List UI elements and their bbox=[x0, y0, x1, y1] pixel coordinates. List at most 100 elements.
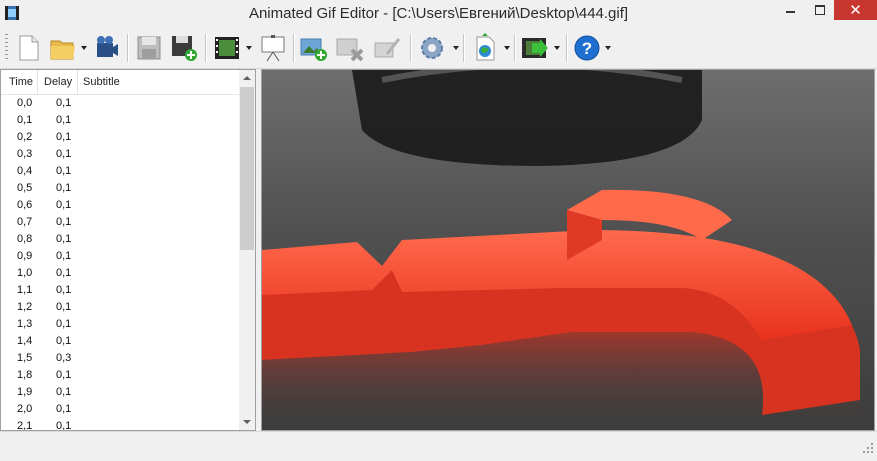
frame-row[interactable]: 2,1 0,1 bbox=[1, 418, 239, 431]
export-video-button[interactable] bbox=[518, 31, 552, 65]
frame-delay-cell: 0,1 bbox=[56, 369, 72, 381]
frame-time-cell: 1,2 bbox=[17, 301, 33, 313]
toolbar-grip[interactable] bbox=[5, 34, 8, 62]
help-button[interactable]: ? bbox=[570, 31, 604, 65]
frame-time-cell: 1,5 bbox=[17, 352, 33, 364]
help-dropdown-arrow[interactable] bbox=[605, 46, 611, 52]
close-button[interactable]: ✕ bbox=[834, 0, 877, 20]
frame-row[interactable]: 1,8 0,1 bbox=[1, 367, 239, 384]
edit-frame-button[interactable] bbox=[370, 31, 404, 65]
delete-frame-button[interactable] bbox=[333, 31, 367, 65]
frame-time-cell: 0,8 bbox=[17, 233, 33, 245]
frame-row[interactable]: 1,3 0,1 bbox=[1, 316, 239, 333]
frame-row[interactable]: 1,2 0,1 bbox=[1, 299, 239, 316]
frame-delay-cell: 0,1 bbox=[56, 165, 72, 177]
export-film-icon bbox=[522, 38, 548, 58]
frame-preview[interactable] bbox=[261, 69, 875, 431]
toolbar-separator bbox=[410, 34, 412, 62]
frame-delay-cell: 0,1 bbox=[56, 148, 72, 160]
frame-row[interactable]: 0,0 0,1 bbox=[1, 95, 239, 112]
column-header-subtitle[interactable]: Subtitle bbox=[83, 76, 120, 88]
new-button[interactable] bbox=[11, 31, 45, 65]
frame-row[interactable]: 1,5 0,3 bbox=[1, 350, 239, 367]
frame-delay-cell: 0,1 bbox=[56, 386, 72, 398]
frame-row[interactable]: 0,6 0,1 bbox=[1, 197, 239, 214]
resize-grip-icon[interactable] bbox=[861, 441, 873, 453]
frame-row[interactable]: 0,3 0,1 bbox=[1, 146, 239, 163]
settings-button[interactable] bbox=[415, 31, 449, 65]
settings-dropdown-arrow[interactable] bbox=[453, 46, 459, 52]
frame-delay-cell: 0,1 bbox=[56, 97, 72, 109]
frame-time-cell: 0,7 bbox=[17, 216, 33, 228]
frame-row[interactable]: 1,4 0,1 bbox=[1, 333, 239, 350]
column-header-delay[interactable]: Delay bbox=[44, 76, 72, 88]
column-header-time[interactable]: Time bbox=[9, 76, 33, 88]
toolbar-separator bbox=[566, 34, 568, 62]
toolbar-separator bbox=[205, 34, 207, 62]
add-frame-button[interactable] bbox=[297, 31, 331, 65]
presentation-button[interactable] bbox=[256, 31, 290, 65]
frame-time-cell: 0,2 bbox=[17, 131, 33, 143]
scroll-up-arrow-icon[interactable] bbox=[239, 70, 255, 87]
frame-time-cell: 2,1 bbox=[17, 420, 33, 431]
open-dropdown-arrow[interactable] bbox=[81, 46, 87, 52]
frame-delay-cell: 0,1 bbox=[56, 250, 72, 262]
frame-time-cell: 1,1 bbox=[17, 284, 33, 296]
save-add-icon bbox=[172, 36, 197, 61]
frame-row[interactable]: 0,4 0,1 bbox=[1, 163, 239, 180]
frame-row[interactable]: 0,9 0,1 bbox=[1, 248, 239, 265]
frame-row[interactable]: 0,5 0,1 bbox=[1, 180, 239, 197]
save-button[interactable] bbox=[132, 31, 166, 65]
maximize-button[interactable] bbox=[806, 0, 833, 20]
import-video-button[interactable] bbox=[89, 31, 123, 65]
frame-delay-cell: 0,3 bbox=[56, 352, 72, 364]
frame-delay-cell: 0,1 bbox=[56, 131, 72, 143]
minimize-button[interactable] bbox=[777, 0, 804, 20]
presentation-board-icon bbox=[261, 35, 285, 62]
svg-text:?: ? bbox=[582, 39, 592, 58]
frame-list-rows: 0,0 0,1 0,1 0,1 0,2 0,1 0,3 0,1 0,4 0,1 0,5 0,1 0,6 0… bbox=[1, 95, 239, 431]
scroll-down-arrow-icon[interactable] bbox=[239, 413, 255, 430]
toolbar-separator bbox=[514, 34, 516, 62]
frame-delay-cell: 0,1 bbox=[56, 318, 72, 330]
frame-row[interactable]: 0,7 0,1 bbox=[1, 214, 239, 231]
frames-dropdown-arrow[interactable] bbox=[246, 46, 252, 52]
frame-row[interactable]: 2,0 0,1 bbox=[1, 401, 239, 418]
frame-row[interactable]: 0,2 0,1 bbox=[1, 129, 239, 146]
save-icon bbox=[137, 36, 161, 60]
open-button[interactable] bbox=[46, 31, 80, 65]
video-camera-icon bbox=[97, 36, 118, 57]
column-divider[interactable] bbox=[37, 70, 38, 94]
frame-row[interactable]: 1,1 0,1 bbox=[1, 282, 239, 299]
frame-row[interactable]: 0,1 0,1 bbox=[1, 112, 239, 129]
web-export-button[interactable] bbox=[468, 31, 502, 65]
frame-time-cell: 0,3 bbox=[17, 148, 33, 160]
frame-row[interactable]: 1,9 0,1 bbox=[1, 384, 239, 401]
web-export-icon bbox=[476, 33, 495, 61]
frame-list-scrollbar[interactable] bbox=[239, 70, 255, 430]
frame-delay-cell: 0,1 bbox=[56, 199, 72, 211]
column-divider[interactable] bbox=[77, 70, 78, 94]
frame-time-cell: 0,0 bbox=[17, 97, 33, 109]
scrollbar-thumb[interactable] bbox=[240, 87, 254, 250]
toolbar-separator bbox=[293, 34, 295, 62]
web-export-dropdown-arrow[interactable] bbox=[504, 46, 510, 52]
frames-button[interactable] bbox=[210, 31, 244, 65]
frame-time-cell: 0,5 bbox=[17, 182, 33, 194]
frame-delay-cell: 0,1 bbox=[56, 267, 72, 279]
help-icon: ? bbox=[574, 35, 600, 61]
frame-delay-cell: 0,1 bbox=[56, 216, 72, 228]
toolbar-separator bbox=[463, 34, 465, 62]
frame-row[interactable]: 0,8 0,1 bbox=[1, 231, 239, 248]
frame-delay-cell: 0,1 bbox=[56, 182, 72, 194]
save-as-button[interactable] bbox=[167, 31, 201, 65]
title-bar: Animated Gif Editor - [C:\Users\Евгений\… bbox=[0, 0, 877, 28]
frame-time-cell: 0,9 bbox=[17, 250, 33, 262]
frame-delay-cell: 0,1 bbox=[56, 301, 72, 313]
add-image-icon bbox=[300, 38, 327, 61]
export-video-dropdown-arrow[interactable] bbox=[554, 46, 560, 52]
frame-time-cell: 1,3 bbox=[17, 318, 33, 330]
toolbar-separator bbox=[127, 34, 129, 62]
frame-row[interactable]: 1,0 0,1 bbox=[1, 265, 239, 282]
frame-time-cell: 1,0 bbox=[17, 267, 33, 279]
